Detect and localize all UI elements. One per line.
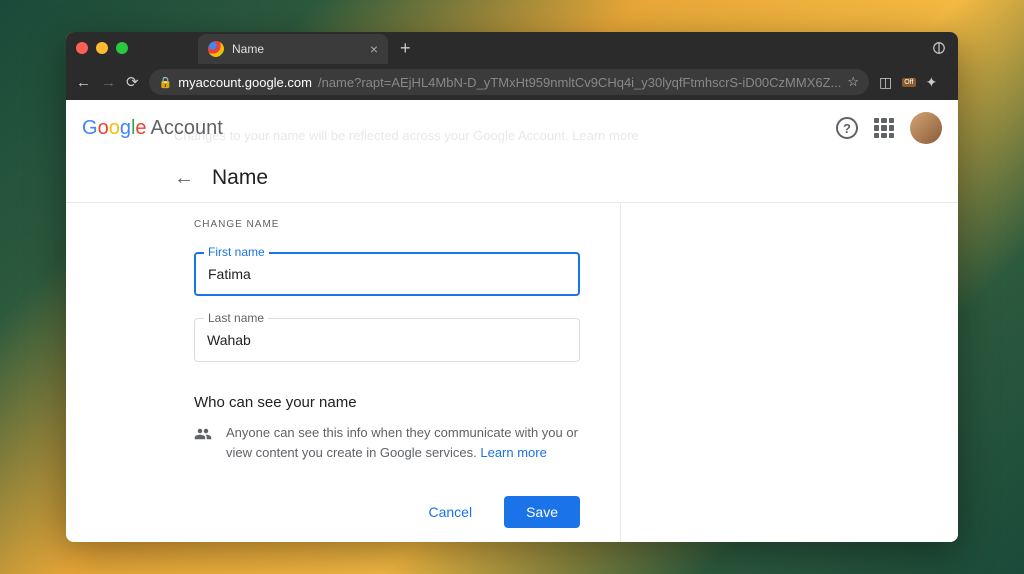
browser-menu-icon[interactable]: ⋮: [957, 72, 958, 92]
visibility-text: Anyone can see this info when they commu…: [226, 423, 580, 462]
logo-account-text: Account: [151, 117, 223, 140]
help-icon[interactable]: ?: [836, 117, 858, 139]
window-minimize-button[interactable]: [96, 42, 108, 54]
last-name-field: Last name: [194, 318, 580, 362]
first-name-label: First name: [204, 245, 269, 259]
traffic-lights: [76, 42, 128, 54]
window-maximize-button[interactable]: [116, 42, 128, 54]
app-header: Google Account ?: [66, 100, 958, 156]
tab-close-icon[interactable]: ×: [370, 41, 378, 57]
new-tab-button[interactable]: +: [400, 38, 411, 59]
save-button[interactable]: Save: [504, 496, 580, 528]
back-arrow-icon[interactable]: ←: [174, 167, 194, 190]
browser-window: Name × + ← → ⟳ 🔒 myaccount.google.com/na…: [66, 32, 958, 542]
lock-icon: 🔒: [159, 76, 173, 89]
nav-reload-button[interactable]: ⟳: [126, 73, 139, 91]
extensions-icon[interactable]: ✦: [926, 73, 938, 91]
tab-title: Name: [232, 42, 370, 56]
nav-back-button[interactable]: ←: [76, 74, 91, 91]
cancel-button[interactable]: Cancel: [406, 496, 494, 528]
change-name-label: CHANGE NAME: [194, 219, 580, 230]
first-name-field: First name: [194, 252, 580, 296]
apps-grid-icon[interactable]: [874, 118, 894, 138]
window-close-button[interactable]: [76, 42, 88, 54]
address-bar: ← → ⟳ 🔒 myaccount.google.com/name?rapt=A…: [66, 64, 958, 100]
bookmark-star-icon[interactable]: ☆: [847, 74, 859, 90]
action-buttons: Cancel Save: [194, 496, 580, 528]
account-avatar[interactable]: [910, 112, 942, 144]
reading-list-icon[interactable]: ◫: [879, 73, 892, 91]
visibility-title: Who can see your name: [194, 394, 580, 411]
page-header: ← Name: [66, 156, 958, 203]
last-name-label: Last name: [204, 311, 268, 325]
page-content: Changes to your name will be reflected a…: [66, 100, 958, 542]
tab-menu-icon[interactable]: [930, 39, 948, 57]
visibility-section: Who can see your name Anyone can see thi…: [194, 394, 580, 462]
window-titlebar: Name × +: [66, 32, 958, 64]
browser-tab[interactable]: Name ×: [198, 34, 388, 64]
name-panel: CHANGE NAME First name Last name Who can…: [174, 203, 621, 542]
extension-off-badge[interactable]: Off: [902, 73, 915, 91]
tab-favicon: [208, 41, 224, 57]
google-account-logo[interactable]: Google Account: [82, 117, 223, 140]
learn-more-link[interactable]: Learn more: [480, 445, 546, 460]
url-input[interactable]: 🔒 myaccount.google.com/name?rapt=AEjHL4M…: [149, 69, 869, 95]
url-path: /name?rapt=AEjHL4MbN-D_yTMxHt959nmltCv9C…: [318, 75, 841, 90]
url-domain: myaccount.google.com: [178, 75, 312, 90]
page-title: Name: [212, 166, 268, 190]
people-icon: [194, 425, 212, 448]
nav-forward-button[interactable]: →: [101, 74, 116, 91]
